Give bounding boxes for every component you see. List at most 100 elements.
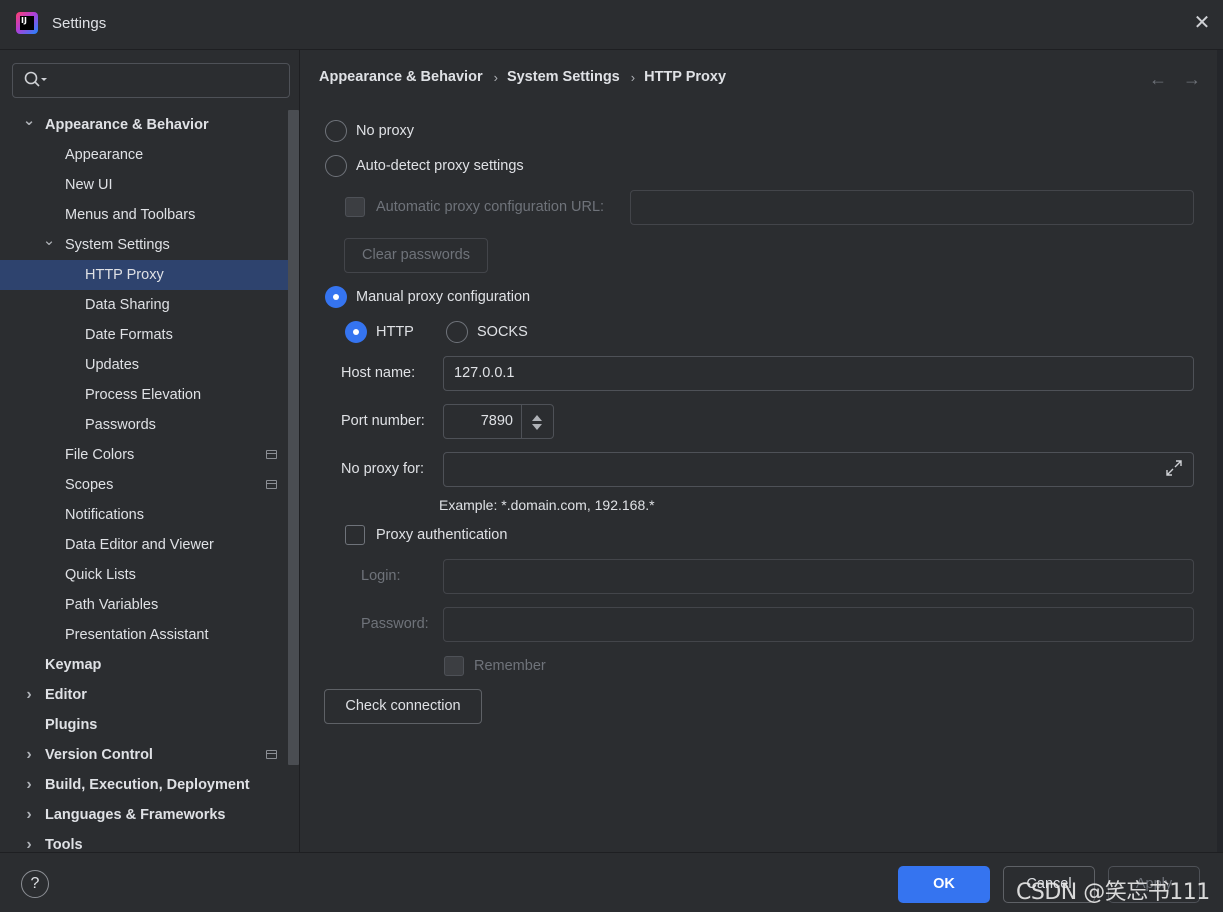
tree-item-data-editor-and-viewer[interactable]: Data Editor and Viewer — [0, 530, 288, 560]
breadcrumb-item-appearance-behavior[interactable]: Appearance & Behavior — [319, 69, 483, 85]
csdn-watermark: CSDN @笑忘书111 — [1016, 880, 1210, 905]
tree-item-label: Date Formats — [85, 327, 173, 343]
tree-item-path-variables[interactable]: Path Variables — [0, 590, 288, 620]
tree-item-label: Build, Execution, Deployment — [45, 777, 250, 793]
host-name-label: Host name: — [341, 365, 416, 381]
no-proxy-radio[interactable] — [325, 120, 347, 142]
chevron-right-icon[interactable]: › — [22, 830, 36, 852]
spinner-up-icon[interactable] — [532, 415, 542, 421]
tree-item-data-sharing[interactable]: Data Sharing — [0, 290, 288, 320]
tree-item-presentation-assistant[interactable]: Presentation Assistant — [0, 620, 288, 650]
tree-item-date-formats[interactable]: Date Formats — [0, 320, 288, 350]
no-proxy-for-field[interactable] — [443, 452, 1194, 487]
intellij-logo-icon: IJ — [16, 12, 38, 34]
chevron-right-icon[interactable]: › — [22, 800, 36, 830]
remember-checkbox[interactable] — [444, 656, 464, 676]
tree-item-label: Plugins — [45, 717, 98, 733]
chevron-down-icon[interactable]: ⌄ — [22, 110, 36, 140]
chevron-down-icon[interactable]: ⌄ — [42, 230, 56, 260]
spinner-arrows[interactable] — [521, 405, 553, 438]
proxy-authentication-label[interactable]: Proxy authentication — [376, 527, 507, 543]
tree-item-label: Process Elevation — [85, 387, 202, 403]
http-radio[interactable] — [345, 321, 367, 343]
tree-item-tools[interactable]: › Tools — [0, 830, 288, 852]
tree-item-quick-lists[interactable]: Quick Lists — [0, 560, 288, 590]
tree-item-scopes[interactable]: Scopes — [0, 470, 288, 500]
search-input[interactable] — [57, 70, 282, 92]
tree-item-process-elevation[interactable]: Process Elevation — [0, 380, 288, 410]
auto-detect-radio[interactable] — [325, 155, 347, 177]
tree-item-new-ui[interactable]: New UI — [0, 170, 288, 200]
auto-config-url-field[interactable] — [630, 190, 1194, 225]
no-proxy-for-label: No proxy for: — [341, 461, 424, 477]
tree-item-appearance[interactable]: Appearance — [0, 140, 288, 170]
tree-item-system-settings[interactable]: ⌄ System Settings — [0, 230, 288, 260]
port-number-label: Port number: — [341, 413, 425, 429]
settings-search-box[interactable] — [12, 63, 290, 98]
host-name-value: 127.0.0.1 — [454, 365, 515, 381]
tree-item-editor[interactable]: › Editor — [0, 680, 288, 710]
title-bar: IJ Settings ✕ — [0, 0, 1223, 48]
port-number-spinner[interactable]: 7890 — [443, 404, 554, 439]
tree-item-notifications[interactable]: Notifications — [0, 500, 288, 530]
tree-item-label: Quick Lists — [65, 567, 136, 583]
tree-item-label: Data Sharing — [85, 297, 170, 313]
tree-item-label: Presentation Assistant — [65, 627, 209, 643]
http-label[interactable]: HTTP — [376, 324, 414, 340]
tree-item-label: Data Editor and Viewer — [65, 537, 214, 553]
back-arrow-icon[interactable]: ← — [1148, 69, 1168, 89]
login-label: Login: — [361, 568, 401, 584]
socks-radio[interactable] — [446, 321, 468, 343]
no-proxy-label[interactable]: No proxy — [356, 123, 414, 139]
auto-config-url-label: Automatic proxy configuration URL: — [376, 199, 605, 215]
footer-divider — [0, 852, 1223, 853]
forward-arrow-icon[interactable]: → — [1182, 69, 1202, 89]
tree-item-label: Updates — [85, 357, 140, 373]
tree-item-label: File Colors — [65, 447, 135, 463]
host-name-field[interactable]: 127.0.0.1 — [443, 356, 1194, 391]
tree-item-label: System Settings — [65, 237, 170, 253]
remember-label: Remember — [474, 658, 546, 674]
expand-icon[interactable] — [1164, 458, 1184, 478]
manual-proxy-radio[interactable] — [325, 286, 347, 308]
tree-item-label: Scopes — [65, 477, 114, 493]
tree-item-appearance-behavior[interactable]: ⌄ Appearance & Behavior — [0, 110, 288, 140]
tree-item-languages-frameworks[interactable]: › Languages & Frameworks — [0, 800, 288, 830]
check-connection-button[interactable]: Check connection — [324, 689, 482, 724]
tree-item-menus-and-toolbars[interactable]: Menus and Toolbars — [0, 200, 288, 230]
tree-item-plugins[interactable]: Plugins — [0, 710, 288, 740]
password-field[interactable] — [443, 607, 1194, 642]
tree-item-file-colors[interactable]: File Colors — [0, 440, 288, 470]
tree-scrollbar[interactable] — [288, 110, 299, 765]
password-label: Password: — [361, 616, 429, 632]
ok-button[interactable]: OK — [898, 866, 990, 903]
auto-config-url-checkbox[interactable] — [345, 197, 365, 217]
spinner-down-icon[interactable] — [532, 424, 542, 430]
title-divider — [0, 49, 1223, 50]
tree-item-passwords[interactable]: Passwords — [0, 410, 288, 440]
breadcrumb-item-system-settings[interactable]: System Settings — [507, 69, 620, 85]
chevron-right-icon[interactable]: › — [22, 740, 36, 770]
tree-item-keymap[interactable]: Keymap — [0, 650, 288, 680]
port-number-value: 7890 — [480, 413, 513, 429]
login-field[interactable] — [443, 559, 1194, 594]
clear-passwords-button[interactable]: Clear passwords — [344, 238, 488, 273]
tree-item-label: HTTP Proxy — [85, 267, 164, 283]
chevron-right-icon[interactable]: › — [22, 770, 36, 800]
tree-item-updates[interactable]: Updates — [0, 350, 288, 380]
help-icon[interactable]: ? — [21, 870, 49, 898]
manual-proxy-label[interactable]: Manual proxy configuration — [356, 289, 530, 305]
tree-item-version-control[interactable]: › Version Control — [0, 740, 288, 770]
tree-item-label: Notifications — [65, 507, 144, 523]
tree-item-build-execution-deployment[interactable]: › Build, Execution, Deployment — [0, 770, 288, 800]
close-icon[interactable]: ✕ — [1191, 12, 1213, 34]
breadcrumb-separator: › — [630, 69, 636, 85]
proxy-authentication-checkbox[interactable] — [345, 525, 365, 545]
socks-label[interactable]: SOCKS — [477, 324, 528, 340]
breadcrumb-item-http-proxy: HTTP Proxy — [644, 69, 727, 85]
tree-item-http-proxy[interactable]: HTTP Proxy — [0, 260, 288, 290]
tree-item-label: Path Variables — [65, 597, 159, 613]
tree-item-label: New UI — [65, 177, 113, 193]
chevron-right-icon[interactable]: › — [22, 680, 36, 710]
auto-detect-label[interactable]: Auto-detect proxy settings — [356, 158, 524, 174]
